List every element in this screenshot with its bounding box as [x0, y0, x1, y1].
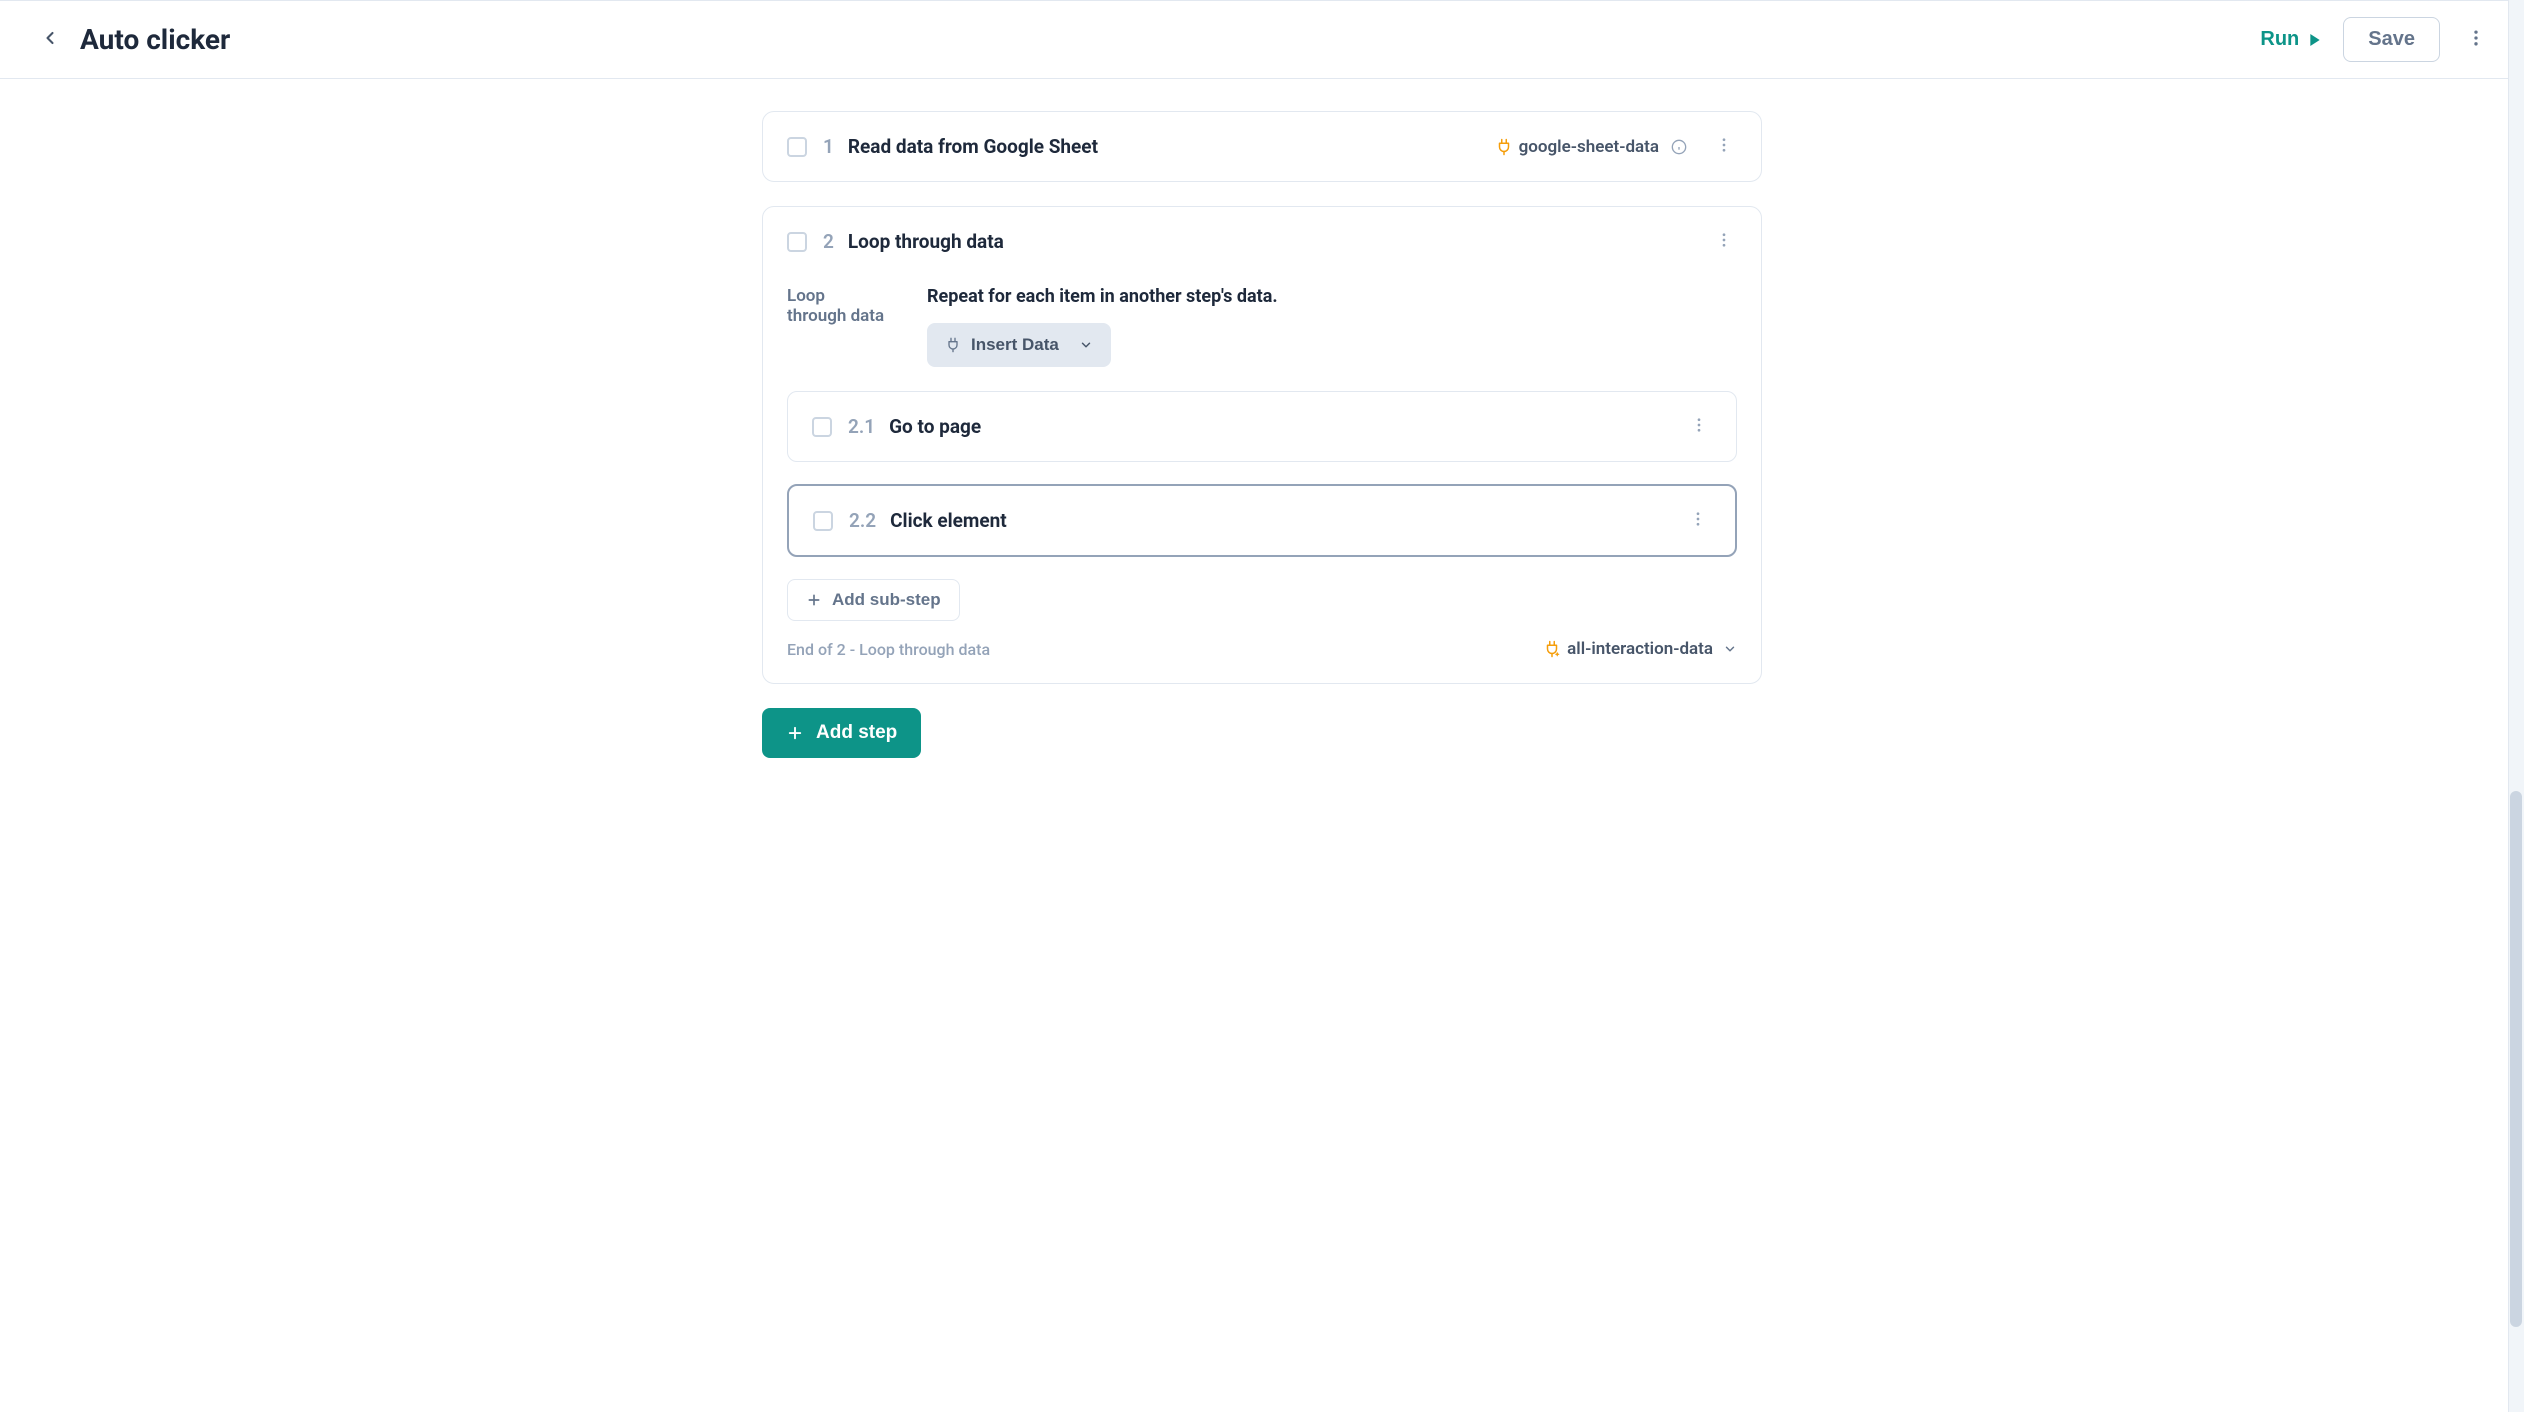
substep-checkbox[interactable] — [813, 511, 833, 531]
more-vertical-icon — [2466, 28, 2486, 48]
plug-plus-icon — [1543, 640, 1561, 658]
header: Auto clicker Run Save — [0, 0, 2524, 79]
step-number: 1 — [823, 135, 834, 158]
config-row: Loop through data Repeat for each item i… — [787, 276, 1737, 391]
step-title: Loop through data — [848, 230, 1687, 253]
footer-output-tag[interactable]: all-interaction-data — [1543, 639, 1737, 659]
plug-outline-icon — [945, 337, 961, 353]
chevron-down-icon — [1079, 338, 1093, 352]
step-header: 2 Loop through data — [763, 207, 1761, 276]
insert-data-button[interactable]: Insert Data — [927, 323, 1111, 367]
step-title: Read data from Google Sheet — [848, 135, 1495, 158]
play-icon — [2307, 32, 2323, 48]
chevron-left-icon — [40, 28, 60, 48]
substep-header: 2.1 Go to page — [788, 392, 1736, 461]
header-actions: Run Save — [2260, 17, 2492, 62]
substep-card-2-2[interactable]: 2.2 Click element — [787, 484, 1737, 557]
back-button[interactable] — [32, 20, 68, 60]
scrollbar-track[interactable] — [2508, 0, 2524, 1412]
substep-number: 2.1 — [848, 415, 875, 438]
substep-checkbox[interactable] — [812, 417, 832, 437]
step-checkbox[interactable] — [787, 232, 807, 252]
substep-more-button[interactable] — [1685, 506, 1711, 535]
step-card-1[interactable]: 1 Read data from Google Sheet google-she… — [762, 111, 1762, 182]
content: 1 Read data from Google Sheet google-she… — [762, 79, 1762, 790]
substep-more-button[interactable] — [1686, 412, 1712, 441]
substep-header: 2.2 Click element — [789, 486, 1735, 555]
plus-icon — [786, 724, 804, 742]
more-vertical-icon — [1690, 416, 1708, 434]
step-number: 2 — [823, 230, 834, 253]
chevron-down-icon — [1723, 642, 1737, 656]
add-step-button[interactable]: Add step — [762, 708, 921, 758]
step-card-2[interactable]: 2 Loop through data Loop through data Re… — [762, 206, 1762, 684]
substep-card-2-1[interactable]: 2.1 Go to page — [787, 391, 1737, 462]
plug-icon — [1495, 138, 1513, 156]
config-content: Repeat for each item in another step's d… — [927, 286, 1737, 367]
run-label: Run — [2260, 28, 2299, 51]
add-substep-label: Add sub-step — [832, 590, 941, 610]
end-of-loop-label: End of 2 - Loop through data — [787, 640, 990, 659]
config-label: Loop through data — [787, 286, 887, 367]
substep-number: 2.2 — [849, 509, 876, 532]
substep-title: Go to page — [889, 415, 1662, 438]
more-vertical-icon — [1689, 510, 1707, 528]
step-body: Loop through data Repeat for each item i… — [763, 276, 1761, 683]
add-substep-button[interactable]: Add sub-step — [787, 579, 960, 621]
config-description: Repeat for each item in another step's d… — [927, 286, 1737, 307]
more-vertical-icon — [1715, 136, 1733, 154]
page-title: Auto clicker — [80, 23, 2260, 56]
step-output-tag[interactable]: google-sheet-data — [1495, 137, 1687, 157]
substep-title: Click element — [890, 509, 1661, 532]
step-header: 1 Read data from Google Sheet google-she… — [763, 112, 1761, 181]
more-vertical-icon — [1715, 231, 1733, 249]
footer-tag-label: all-interaction-data — [1567, 639, 1713, 659]
header-more-button[interactable] — [2460, 22, 2492, 57]
run-button[interactable]: Run — [2260, 28, 2323, 51]
add-step-label: Add step — [816, 722, 897, 744]
step-footer: End of 2 - Loop through data all-interac… — [787, 639, 1737, 659]
step-checkbox[interactable] — [787, 137, 807, 157]
scrollbar-thumb[interactable] — [2510, 791, 2522, 1328]
step-more-button[interactable] — [1711, 227, 1737, 256]
plus-icon — [806, 592, 822, 608]
step-tag-label: google-sheet-data — [1519, 137, 1659, 157]
save-button[interactable]: Save — [2343, 17, 2440, 62]
info-icon — [1671, 139, 1687, 155]
step-more-button[interactable] — [1711, 132, 1737, 161]
insert-data-label: Insert Data — [971, 335, 1059, 355]
